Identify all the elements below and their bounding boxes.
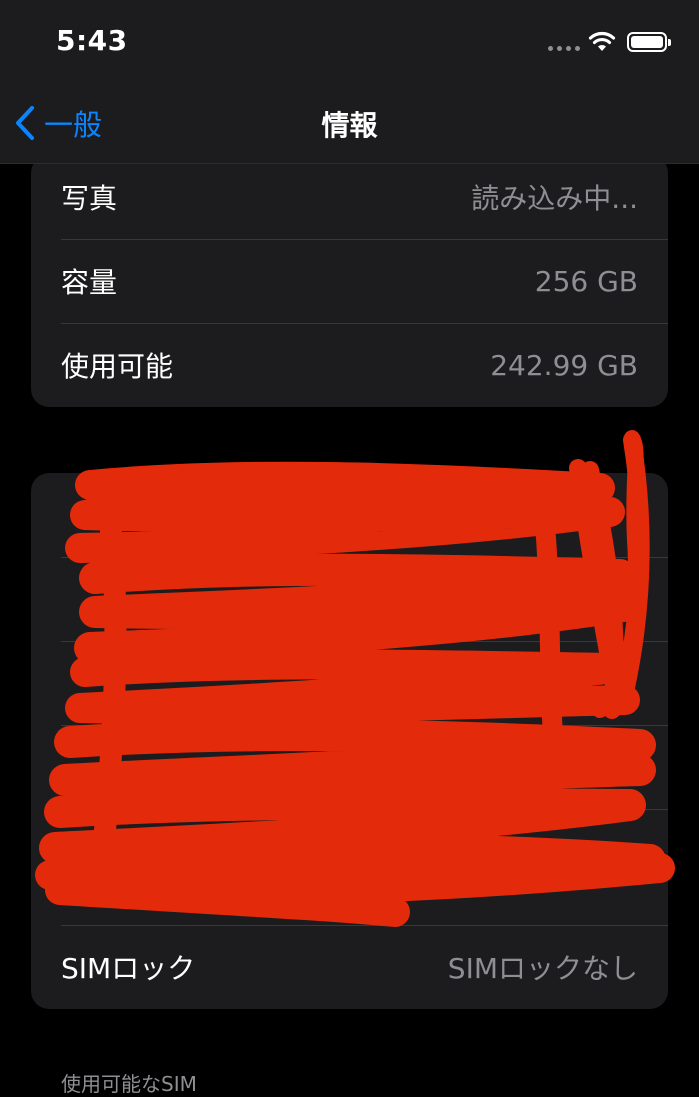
list-item-capacity: 容量 256 GB	[31, 239, 668, 323]
storage-group: 写真 読み込み中... 容量 256 GB 使用可能 242.99 GB	[31, 155, 668, 407]
list-item-photos: 写真 読み込み中...	[61, 182, 638, 215]
list-item-redacted-3[interactable]	[31, 641, 668, 725]
battery-icon	[627, 32, 671, 52]
list-item-redacted-1	[31, 473, 668, 557]
network-info-group: SIMロック SIMロックなし	[31, 473, 668, 1009]
section-header-available-sim: 使用可能なSIM	[61, 1072, 197, 1096]
status-time: 5:43	[56, 24, 128, 57]
page-title: 情報	[321, 109, 378, 142]
list-item-available: 使用可能 242.99 GB	[31, 323, 668, 407]
navigation-bar: 5:43 一般 情報	[0, 0, 699, 164]
list-item-redacted-2	[31, 557, 668, 641]
list-item-sim-lock: SIMロック SIMロックなし	[31, 925, 668, 1009]
list-item-redacted-4[interactable]	[31, 725, 668, 809]
list-item-redacted-5	[31, 809, 668, 925]
wifi-icon	[588, 31, 616, 51]
cellular-signal-icon	[548, 46, 580, 51]
